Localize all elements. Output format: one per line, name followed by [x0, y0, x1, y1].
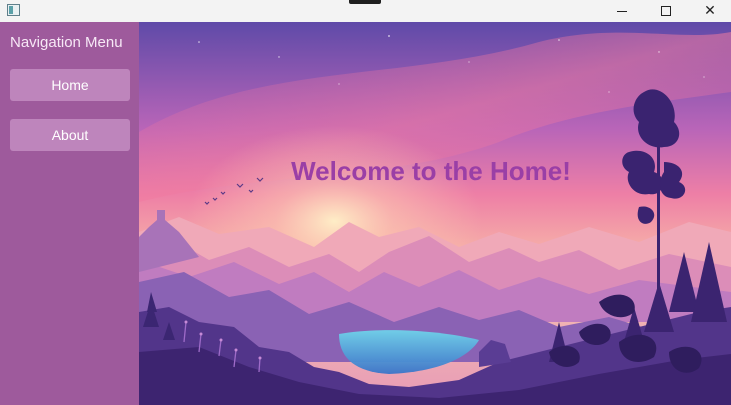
- home-button[interactable]: Home: [10, 69, 130, 101]
- sidebar-title: Navigation Menu: [10, 34, 123, 51]
- page-heading: Welcome to the Home!: [291, 156, 571, 186]
- title-bar: ✕: [0, 0, 731, 22]
- sidebar: Navigation Menu Home About: [0, 22, 139, 405]
- close-button[interactable]: ✕: [688, 0, 731, 22]
- maximize-icon: [661, 6, 671, 16]
- main-content: Welcome to the Home!: [139, 22, 731, 405]
- landscape-illustration: [139, 22, 731, 405]
- minimize-button[interactable]: [600, 0, 644, 22]
- app-icon: [7, 4, 20, 16]
- close-icon: ✕: [704, 3, 716, 19]
- title-bar-tab: [349, 0, 381, 4]
- maximize-button[interactable]: [644, 0, 688, 22]
- minimize-icon: [617, 10, 627, 12]
- about-button[interactable]: About: [10, 119, 130, 151]
